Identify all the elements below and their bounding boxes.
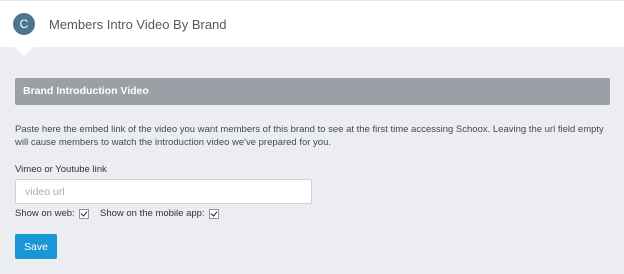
page-title: Members Intro Video By Brand bbox=[49, 17, 227, 32]
video-link-label: Vimeo or Youtube link bbox=[15, 164, 107, 175]
show-on-mobile-label: Show on the mobile app: bbox=[100, 208, 205, 219]
section-header: Brand Introduction Video bbox=[15, 78, 610, 105]
checkmark-icon bbox=[80, 208, 88, 217]
show-on-web-option: Show on web: bbox=[15, 207, 89, 220]
save-button[interactable]: Save bbox=[15, 234, 57, 259]
show-on-mobile-option: Show on the mobile app: bbox=[100, 207, 219, 220]
checkmark-icon bbox=[210, 208, 218, 217]
video-url-input[interactable] bbox=[15, 179, 312, 204]
show-on-mobile-checkbox[interactable] bbox=[208, 208, 219, 219]
brand-avatar: C bbox=[13, 13, 35, 35]
page-header: C Members Intro Video By Brand bbox=[0, 0, 624, 47]
section-description: Paste here the embed link of the video y… bbox=[15, 124, 604, 148]
header-pointer bbox=[14, 47, 34, 56]
show-on-web-label: Show on web: bbox=[15, 208, 75, 219]
show-on-web-checkbox[interactable] bbox=[78, 208, 89, 219]
